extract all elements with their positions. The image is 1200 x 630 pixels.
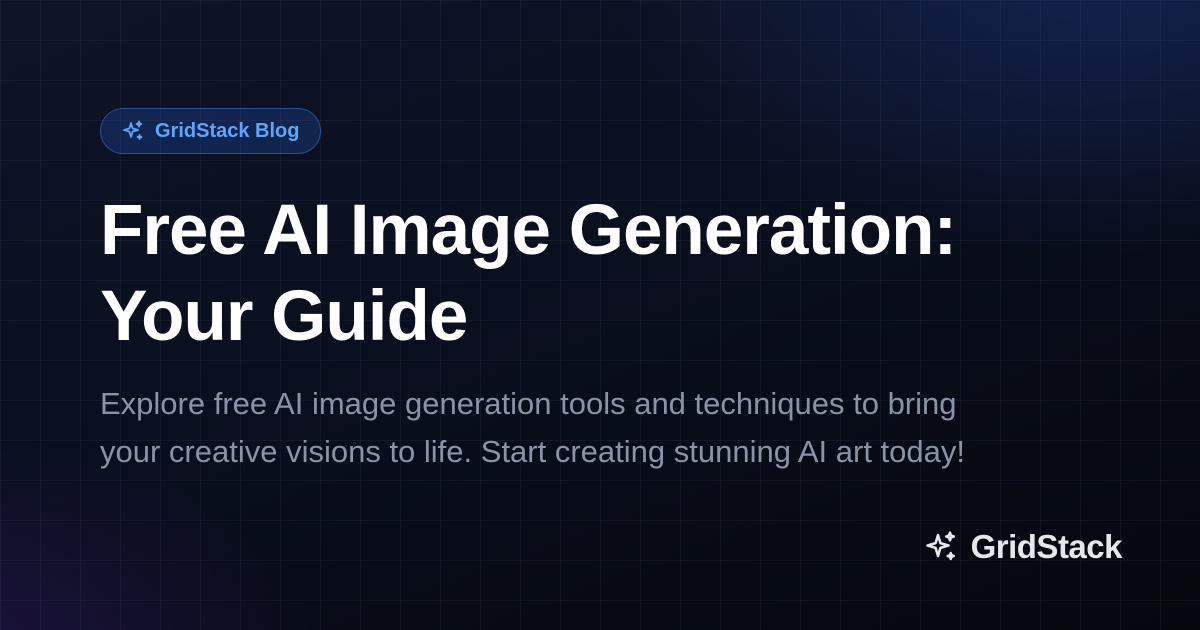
badge-label: GridStack Blog xyxy=(155,119,300,142)
brand-logo: GridStack xyxy=(923,528,1123,566)
sparkles-icon xyxy=(923,529,959,565)
blog-badge: GridStack Blog xyxy=(100,108,322,154)
sparkles-icon xyxy=(121,119,145,143)
brand-name: GridStack xyxy=(970,528,1123,565)
og-card: GridStack Blog Free AI Image Generation:… xyxy=(0,0,1200,630)
page-title: Free AI Image Generation: Your Guide xyxy=(100,191,957,356)
page-description: Explore free AI image generation tools a… xyxy=(100,386,965,469)
